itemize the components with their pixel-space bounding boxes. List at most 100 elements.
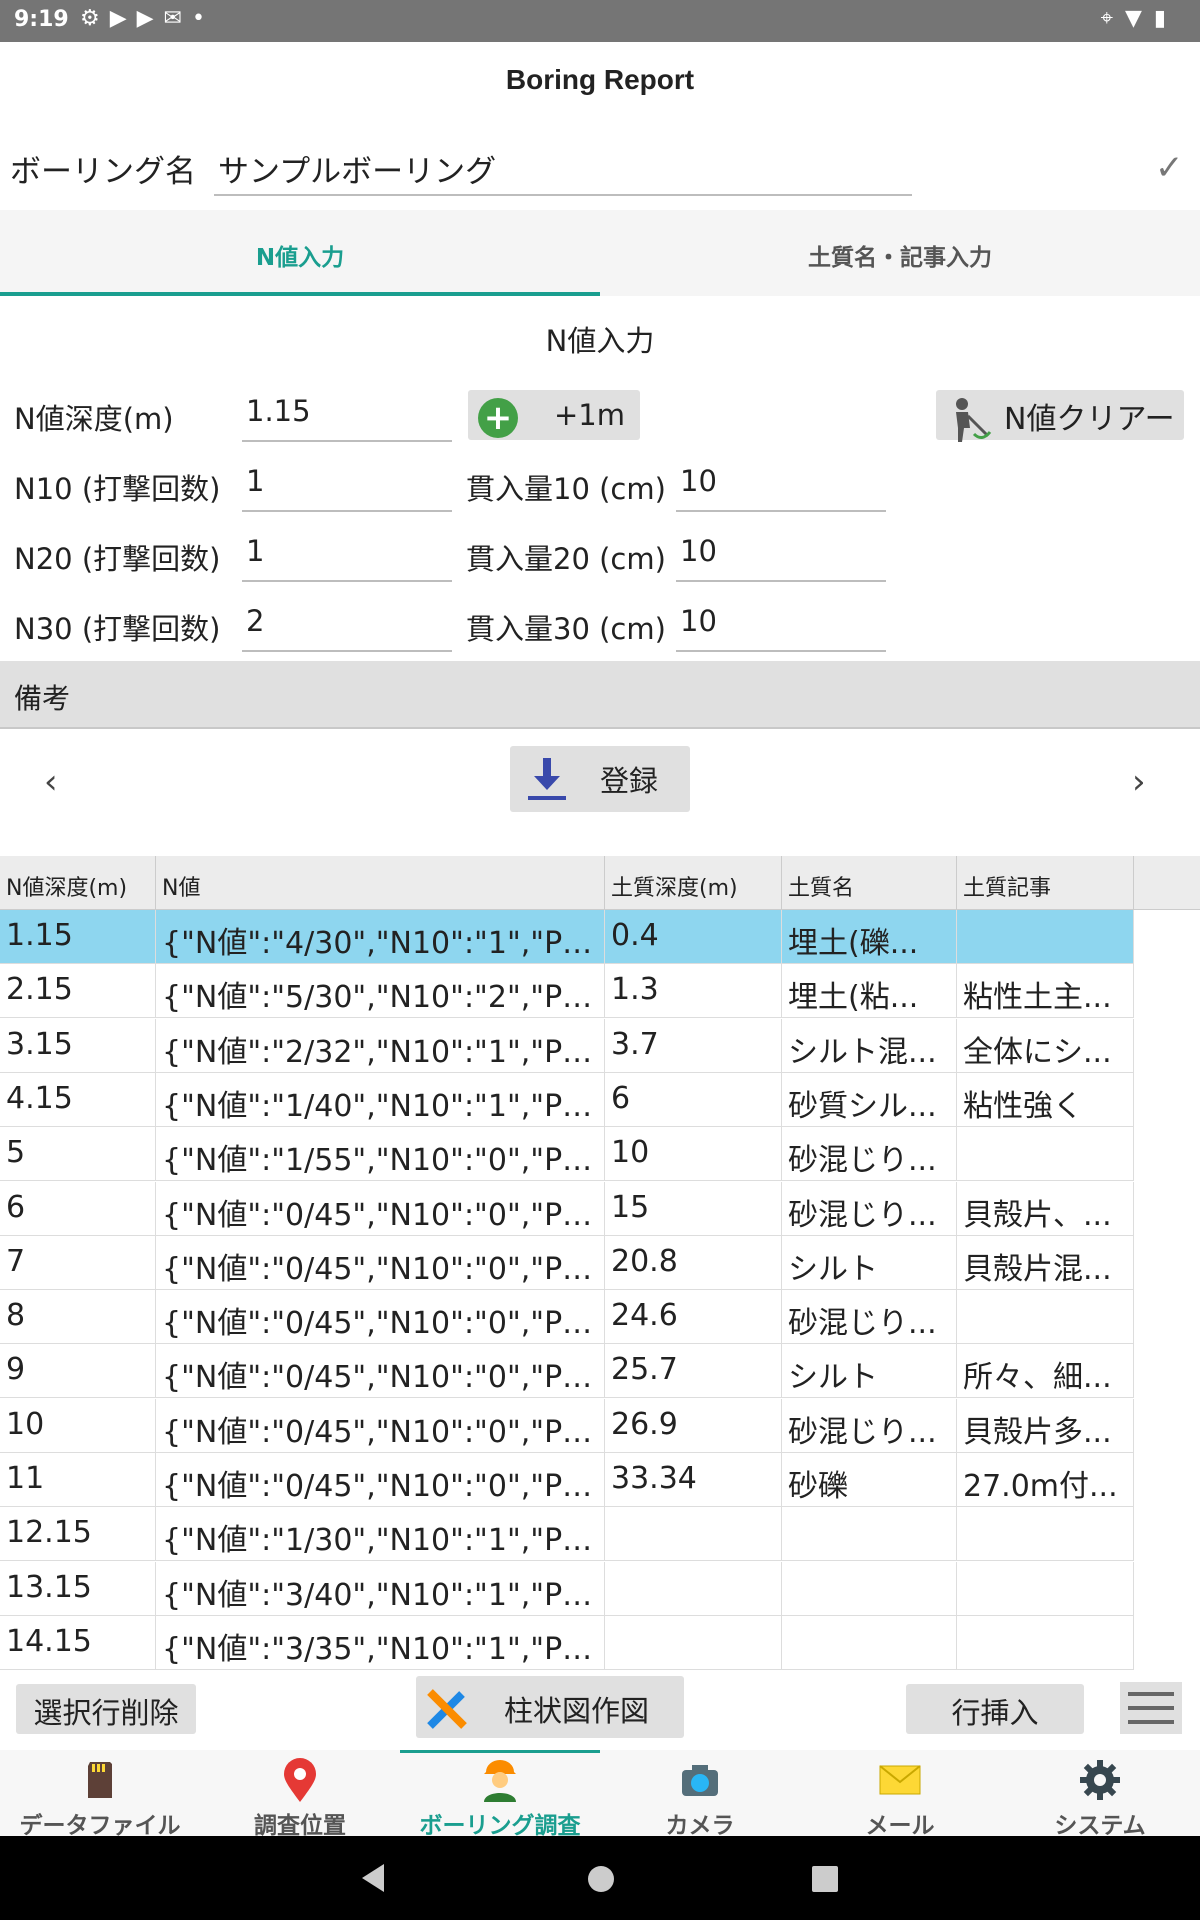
table-cell: 粘性強く (957, 1072, 1134, 1127)
draw-column-button[interactable]: 柱状図作図 (416, 1676, 684, 1738)
table-row[interactable]: 14.15 {"N値":"3/35","N10":"1","P1... (0, 1615, 1134, 1670)
nav-item-boring-survey[interactable]: ボーリング調査 (400, 1750, 600, 1839)
register-button[interactable]: 登録 (510, 746, 690, 812)
tab-n-value-input[interactable]: N値入力 (0, 210, 600, 296)
table-cell: 25.7 (605, 1344, 782, 1399)
table-cell: 全体にシ... (957, 1018, 1134, 1073)
tab-indicator (0, 292, 600, 296)
header-n-value[interactable]: N値 (156, 856, 605, 910)
draw-column-label: 柱状図作図 (504, 1694, 650, 1728)
chevron-right-icon[interactable]: › (1132, 762, 1146, 802)
nav-item-system[interactable]: システム (1000, 1750, 1200, 1839)
nav-item-camera[interactable]: カメラ (600, 1750, 800, 1839)
boring-name-label: ボーリング名 (10, 154, 196, 190)
table-cell: 3.15 (0, 1018, 156, 1073)
table-row[interactable]: 2.15 {"N値":"5/30","N10":"2","P1... 1.3 埋土(粘… (0, 964, 1134, 1019)
nav-label: メール (865, 1813, 935, 1839)
table-cell (957, 1561, 1134, 1616)
table-cell: {"N値":"3/35","N10":"1","P1... (156, 1615, 605, 1670)
tab-soil-notes-input[interactable]: 土質名・記事入力 (600, 210, 1200, 296)
worker-clear-icon (956, 398, 992, 442)
table-row[interactable]: 5 {"N値":"1/55","N10":"0","P1... 10 砂混じり... (0, 1127, 1134, 1182)
n-value-clear-label: N値クリアー (1004, 402, 1175, 437)
plus-icon: + (478, 398, 518, 438)
table-cell (605, 1561, 782, 1616)
menu-icon[interactable] (1120, 1682, 1182, 1734)
table-cell: 3.7 (605, 1018, 782, 1073)
nav-item-survey-location[interactable]: 調査位置 (200, 1750, 400, 1839)
penetration20-field[interactable]: 10 (676, 526, 886, 582)
table-cell: 埋土(礫... (782, 910, 957, 964)
pencil-ruler-icon (427, 1689, 467, 1729)
table-cell: 貝殻片混... (957, 1235, 1134, 1290)
home-icon[interactable] (588, 1866, 614, 1892)
table-cell: 12.15 (0, 1507, 156, 1562)
table-cell: 14.15 (0, 1615, 156, 1670)
table-cell: 貝殻片、... (957, 1181, 1134, 1236)
table-row[interactable]: 10 {"N値":"0/45","N10":"0","P1... 26.9 砂混じり.… (0, 1398, 1134, 1453)
penetration30-label: 貫入量30 (cm) (466, 612, 666, 646)
table-row[interactable]: 9 {"N値":"0/45","N10":"0","P1... 25.7 シルト 所々、… (0, 1344, 1134, 1399)
plus-1m-label: +1m (554, 398, 625, 432)
table-cell: 15 (605, 1181, 782, 1236)
table-cell: 砂質シル... (782, 1072, 957, 1127)
plus-1m-button[interactable]: + +1m (468, 390, 640, 440)
remarks-field[interactable]: 備考 (0, 661, 1200, 729)
header-soil-name[interactable]: 土質名 (782, 856, 957, 910)
nav-item-data-file[interactable]: データファイル (0, 1750, 200, 1839)
table-cell: 9 (0, 1344, 156, 1399)
table-cell: 0.4 (605, 910, 782, 964)
n20-field[interactable]: 1 (242, 526, 452, 582)
header-n-depth[interactable]: N値深度(m) (0, 856, 156, 910)
table-cell (605, 1615, 782, 1670)
delete-row-button[interactable]: 選択行削除 (16, 1684, 196, 1734)
penetration30-field[interactable]: 10 (676, 596, 886, 652)
n30-field[interactable]: 2 (242, 596, 452, 652)
table-cell (957, 1507, 1134, 1562)
location-pin-icon (284, 1758, 316, 1802)
table-cell: {"N値":"3/40","N10":"1","P1... (156, 1561, 605, 1616)
table-cell: 8 (0, 1290, 156, 1345)
table-row[interactable]: 6 {"N値":"0/45","N10":"0","P1... 15 砂混じり... 貝… (0, 1181, 1134, 1236)
recent-apps-icon[interactable] (812, 1866, 838, 1892)
table-cell (605, 1507, 782, 1562)
table-row[interactable]: 12.15 {"N値":"1/30","N10":"1","P1... (0, 1507, 1134, 1562)
check-icon[interactable]: ✓ (1155, 148, 1184, 188)
insert-row-button[interactable]: 行挿入 (906, 1684, 1084, 1734)
table-row[interactable]: 13.15 {"N値":"3/40","N10":"1","P1... (0, 1561, 1134, 1616)
table-cell: 砂混じり... (782, 1127, 957, 1182)
nav-label: ボーリング調査 (419, 1813, 581, 1839)
table-cell: 砂混じり... (782, 1181, 957, 1236)
register-label: 登録 (600, 764, 659, 798)
table-cell: 26.9 (605, 1398, 782, 1453)
table-cell (957, 1290, 1134, 1345)
header-soil-depth[interactable]: 土質深度(m) (605, 856, 782, 910)
penetration10-field[interactable]: 10 (676, 456, 886, 512)
back-icon[interactable] (362, 1864, 384, 1892)
table-row[interactable]: 8 {"N値":"0/45","N10":"0","P1... 24.6 砂混じり..… (0, 1290, 1134, 1345)
system-status-icons: ⌖▼▮ (1100, 6, 1178, 31)
table-cell: {"N値":"0/45","N10":"0","P1... (156, 1290, 605, 1345)
penetration10-label: 貫入量10 (cm) (466, 472, 666, 506)
remarks-label: 備考 (14, 682, 71, 715)
table-cell: 11 (0, 1453, 156, 1507)
table-cell: {"N値":"1/55","N10":"0","P1... (156, 1127, 605, 1182)
table-row[interactable]: 3.15 {"N値":"2/32","N10":"1","P1... 3.7 シルト混… (0, 1018, 1134, 1073)
header-soil-notes[interactable]: 土質記事 (957, 856, 1134, 910)
n-value-clear-button[interactable]: N値クリアー (936, 390, 1184, 442)
chevron-left-icon[interactable]: ‹ (44, 762, 58, 802)
table-row[interactable]: 11 {"N値":"0/45","N10":"0","P1... 33.34 砂礫 27… (0, 1453, 1134, 1507)
nav-item-mail[interactable]: メール (800, 1750, 1000, 1839)
n10-field[interactable]: 1 (242, 456, 452, 512)
boring-name-input[interactable]: サンプルボーリング (214, 140, 912, 196)
table-cell (782, 1507, 957, 1562)
table-cell: 砂混じり... (782, 1398, 957, 1453)
status-time: 9:19 (14, 7, 69, 32)
table-row[interactable]: 7 {"N値":"0/45","N10":"0","P1... 20.8 シルト 貝殻片… (0, 1235, 1134, 1290)
table-row[interactable]: 1.15 {"N値":"4/30","N10":"1","P1... 0.4 埋土(礫… (0, 910, 1134, 964)
table-header: N値深度(m) N値 土質深度(m) 土質名 土質記事 (0, 856, 1200, 910)
depth-field[interactable]: 1.15 (242, 386, 452, 442)
table-cell: {"N値":"5/30","N10":"2","P1... (156, 964, 605, 1019)
bottom-navigation: データファイル 調査位置 ボーリング調査 カメラ メール システム (0, 1750, 1200, 1839)
table-row[interactable]: 4.15 {"N値":"1/40","N10":"1","P1... 6 砂質シル..… (0, 1072, 1134, 1127)
